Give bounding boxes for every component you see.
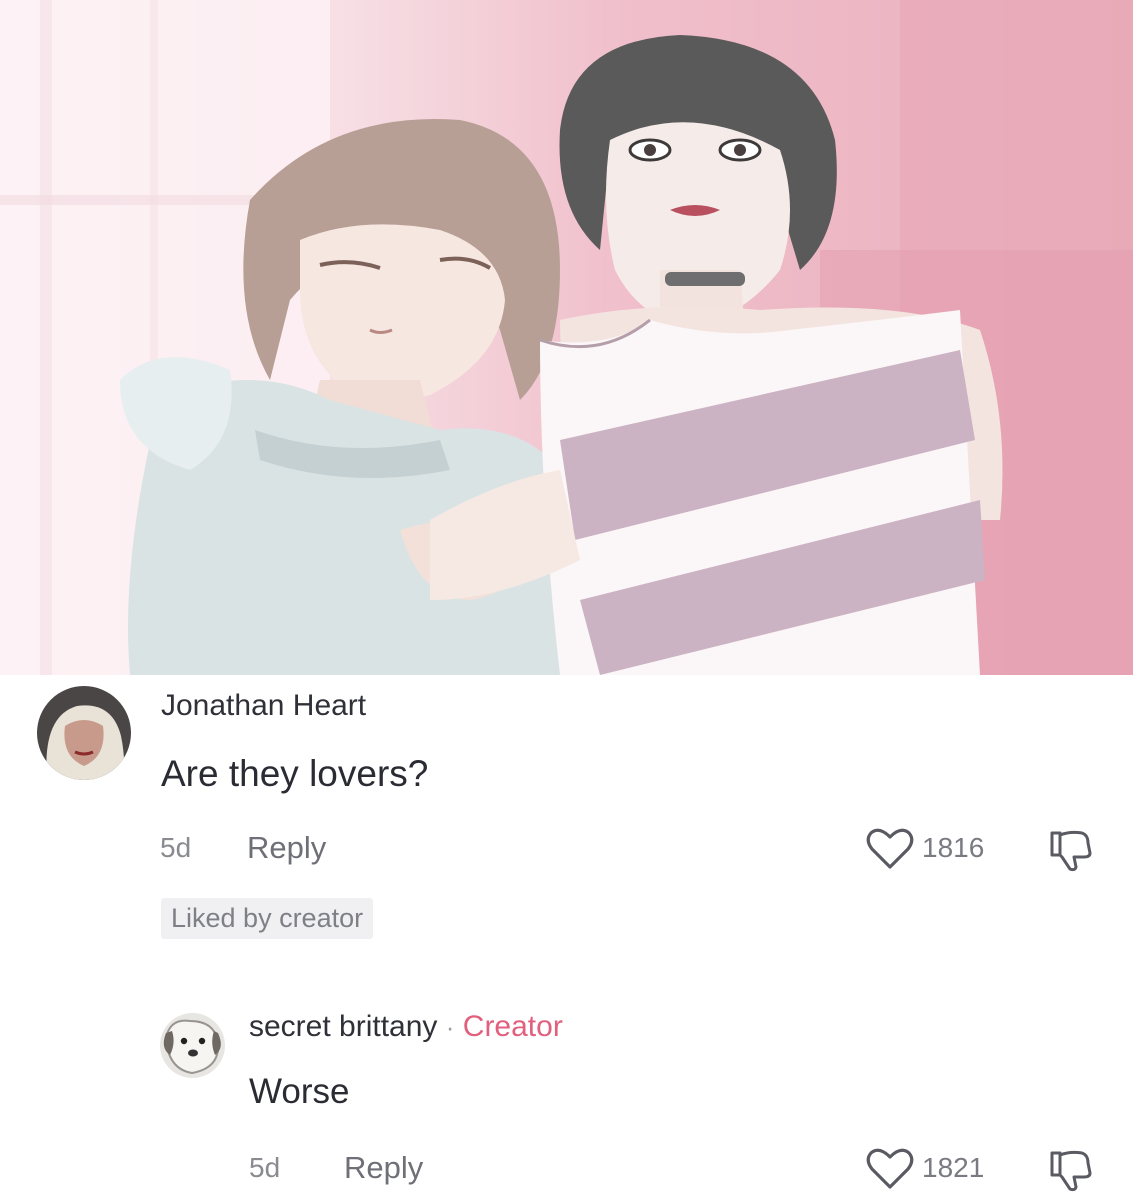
- like-button[interactable]: 1821: [866, 1147, 984, 1189]
- dog-avatar-icon: [160, 1013, 225, 1078]
- separator-dot: ·: [445, 1012, 455, 1042]
- post-image: [0, 0, 1133, 675]
- liked-by-creator-badge: Liked by creator: [161, 898, 374, 939]
- reply-item: secret brittany · Creator Worse 5d Reply…: [0, 1000, 1133, 1200]
- reply-username-line: secret brittany · Creator: [249, 1010, 563, 1044]
- thumbs-down-outline-icon: [1050, 1150, 1092, 1192]
- reply-button[interactable]: Reply: [247, 830, 326, 866]
- dislike-button[interactable]: [1048, 827, 1094, 878]
- like-button[interactable]: 1816: [866, 827, 984, 869]
- replier-avatar[interactable]: [160, 1013, 225, 1078]
- anime-illustration: [0, 0, 1133, 675]
- comment-text: Are they lovers?: [161, 753, 429, 794]
- comment-timestamp: 5d: [160, 832, 192, 863]
- dislike-button[interactable]: [1048, 1147, 1094, 1198]
- heart-outline-icon: [866, 828, 914, 869]
- reply-timestamp: 5d: [249, 1152, 281, 1183]
- heart-outline-icon: [866, 1148, 914, 1189]
- like-count: 1816: [922, 832, 985, 863]
- thumbs-down-outline-icon: [1050, 830, 1092, 872]
- reply-text: Worse: [249, 1072, 350, 1111]
- comment-item: Jonathan Heart Are they lovers? 5d Reply…: [0, 675, 1133, 955]
- commenter-avatar[interactable]: [37, 686, 131, 780]
- creator-label: Creator: [462, 1010, 563, 1043]
- like-count: 1821: [922, 1152, 985, 1183]
- comment-username[interactable]: Jonathan Heart: [161, 689, 366, 723]
- reply-button[interactable]: Reply: [344, 1150, 423, 1186]
- reply-username[interactable]: secret brittany: [249, 1010, 437, 1043]
- user-avatar-icon: [37, 686, 131, 780]
